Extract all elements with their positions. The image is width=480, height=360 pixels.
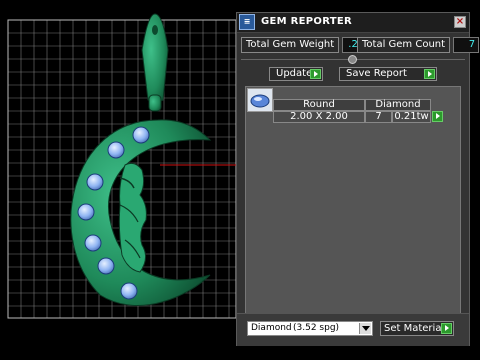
material-spg: (3.52 spg): [293, 323, 340, 333]
save-report-button[interactable]: Save Report: [339, 67, 437, 81]
gem-type-header: Diamond: [365, 99, 431, 111]
update-button[interactable]: Update: [269, 67, 323, 81]
gem-thumbnail[interactable]: [247, 88, 273, 112]
round-gem-icon: [250, 94, 270, 108]
total-gem-weight-label: Total Gem Weight: [241, 37, 340, 53]
close-icon[interactable]: ×: [454, 16, 466, 28]
gem-stone: [84, 234, 102, 252]
play-arrow-icon: [310, 69, 321, 79]
material-bar: Diamond (3.52 spg) Set Material: [237, 313, 469, 346]
gem-stone: [120, 282, 138, 300]
material-name: Diamond: [251, 323, 292, 333]
panel-splitter[interactable]: [237, 55, 469, 65]
set-material-button[interactable]: Set Material: [380, 321, 454, 336]
gem-weight-cell: 0.21tw: [392, 111, 431, 123]
splitter-handle[interactable]: [348, 55, 357, 64]
save-report-button-label: Save Report: [346, 68, 407, 79]
chevron-down-icon[interactable]: [359, 323, 371, 334]
material-select[interactable]: Diamond (3.52 spg): [247, 321, 373, 336]
gem-reporter-panel: ≡ GEM REPORTER × Total Gem Weight .21 To…: [236, 12, 480, 346]
gem-reporter-app-icon: ≡: [239, 14, 255, 30]
total-gem-weight-row: Total Gem Weight .21: [241, 37, 369, 53]
gem-stone: [77, 203, 95, 221]
play-arrow-icon: [441, 323, 452, 334]
panel-titlebar[interactable]: ≡ GEM REPORTER ×: [237, 13, 469, 33]
gem-stone: [86, 173, 104, 191]
total-gem-count-label: Total Gem Count: [357, 37, 451, 53]
gem-list[interactable]: Round Diamond 2.00 X 2.00 7 0.21tw: [245, 86, 461, 316]
play-arrow-icon: [424, 69, 435, 79]
gem-size-cell: 2.00 X 2.00: [273, 111, 365, 123]
3d-viewport[interactable]: [0, 0, 236, 360]
set-material-button-label: Set Material: [384, 323, 445, 334]
gem-stone: [97, 257, 115, 275]
total-gem-count-value: 7: [453, 37, 480, 53]
total-gem-count-row: Total Gem Count 7: [357, 37, 480, 53]
gem-shape-header: Round: [273, 99, 365, 111]
update-button-label: Update: [276, 68, 313, 79]
select-gem-arrow-icon[interactable]: [432, 111, 443, 122]
panel-title: GEM REPORTER: [261, 16, 353, 27]
gem-stone: [107, 141, 125, 159]
gem-stone: [132, 126, 150, 144]
gem-count-cell: 7: [365, 111, 392, 123]
viewport-canvas: [7, 13, 236, 319]
